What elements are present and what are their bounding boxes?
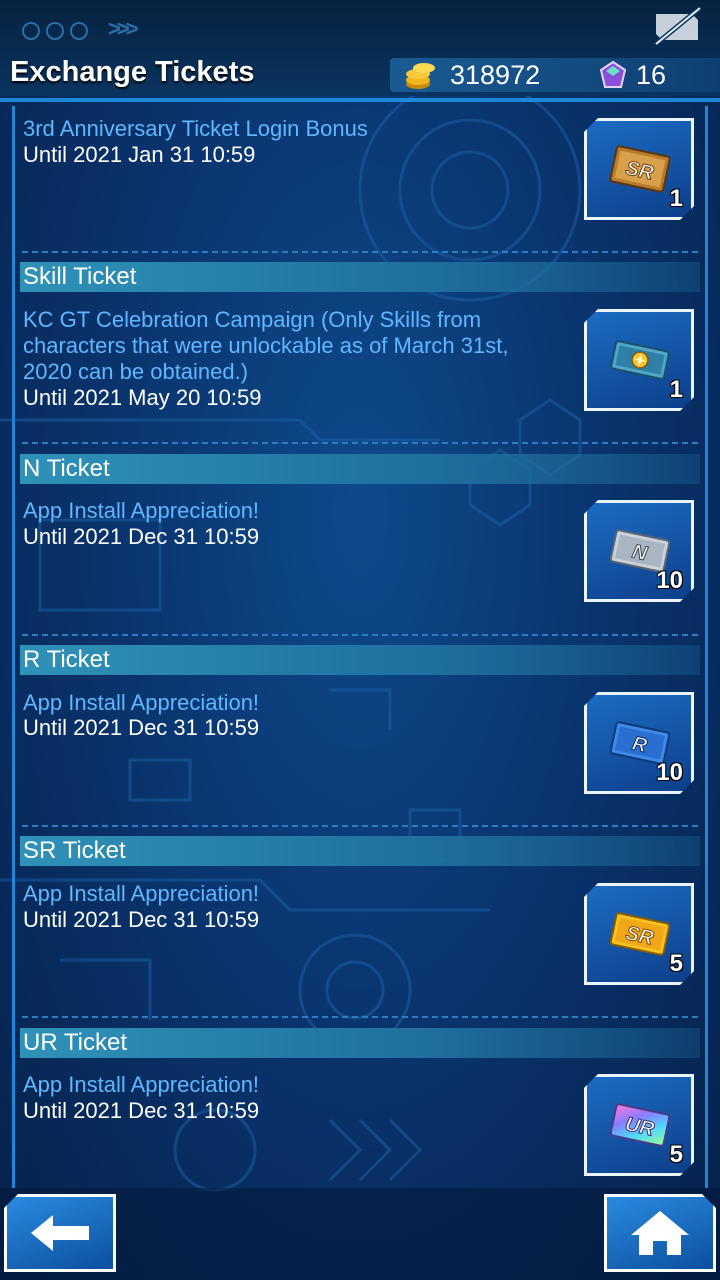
- campaign-title: App Install Appreciation!: [23, 1072, 260, 1097]
- campaign-title: App Install Appreciation!: [23, 498, 260, 523]
- gem-icon: [599, 60, 627, 88]
- home-button[interactable]: [604, 1194, 716, 1272]
- divider: [22, 634, 698, 636]
- divider: [22, 442, 698, 444]
- campaign-until: Until 2021 Dec 31 10:59: [23, 524, 260, 549]
- reward-count: 10: [656, 759, 683, 786]
- section-header: SR Ticket: [20, 836, 700, 866]
- reward-box[interactable]: 1: [584, 309, 694, 411]
- campaign-title: KC GT Celebration Campaign (Only Skills …: [23, 307, 509, 384]
- sr-gold-ticket-icon: SR: [607, 143, 673, 195]
- reward-box[interactable]: N 10: [584, 500, 694, 602]
- gem-amount: 16: [636, 60, 667, 90]
- sr-ticket-icon: SR: [607, 908, 673, 960]
- page-title: Exchange Tickets: [10, 56, 255, 88]
- reward-box[interactable]: SR 5: [584, 883, 694, 985]
- reward-count: 1: [669, 185, 683, 212]
- top-bar: >>> Exchange Tickets 318972 16: [0, 0, 720, 96]
- divider: [22, 1016, 698, 1018]
- currency-bar: [390, 58, 720, 92]
- reward-box[interactable]: UR 5: [584, 1074, 694, 1176]
- campaign-until: Until 2021 Jan 31 10:59: [23, 142, 256, 167]
- ur-ticket-icon: UR: [607, 1099, 673, 1151]
- reward-box[interactable]: SR 1: [584, 118, 694, 220]
- campaign-title: App Install Appreciation!: [23, 881, 260, 906]
- reward-count: 5: [669, 1141, 683, 1168]
- reward-count: 10: [656, 567, 683, 594]
- section-header: UR Ticket: [20, 1028, 700, 1058]
- campaign-until: Until 2021 May 20 10:59: [23, 385, 262, 410]
- campaign-until: Until 2021 Dec 31 10:59: [23, 907, 260, 932]
- section-header: R Ticket: [20, 645, 700, 675]
- gold-amount: 318972: [450, 60, 541, 90]
- reward-count: 5: [669, 950, 683, 977]
- decorative-dots: [22, 22, 88, 40]
- divider: [22, 251, 698, 253]
- campaign-title: App Install Appreciation!: [23, 690, 260, 715]
- campaign-title: 3rd Anniversary Ticket Login Bonus: [23, 116, 368, 141]
- home-icon: [627, 1209, 693, 1257]
- gold-coins-icon: [406, 63, 435, 89]
- section-header: N Ticket: [20, 454, 700, 484]
- divider: [22, 825, 698, 827]
- campaign-until: Until 2021 Dec 31 10:59: [23, 715, 260, 740]
- campaign-until: Until 2021 Dec 31 10:59: [23, 1098, 260, 1123]
- back-arrow-icon: [31, 1215, 89, 1251]
- reward-box[interactable]: R 10: [584, 692, 694, 794]
- frame-top-line: [0, 98, 720, 102]
- section-header: Skill Ticket: [20, 262, 700, 292]
- back-button[interactable]: [4, 1194, 116, 1272]
- skill-ticket-icon: [607, 334, 673, 386]
- reward-count: 1: [669, 376, 683, 403]
- card-toggle-icon[interactable]: [650, 4, 706, 48]
- decorative-arrows: >>>: [108, 16, 138, 41]
